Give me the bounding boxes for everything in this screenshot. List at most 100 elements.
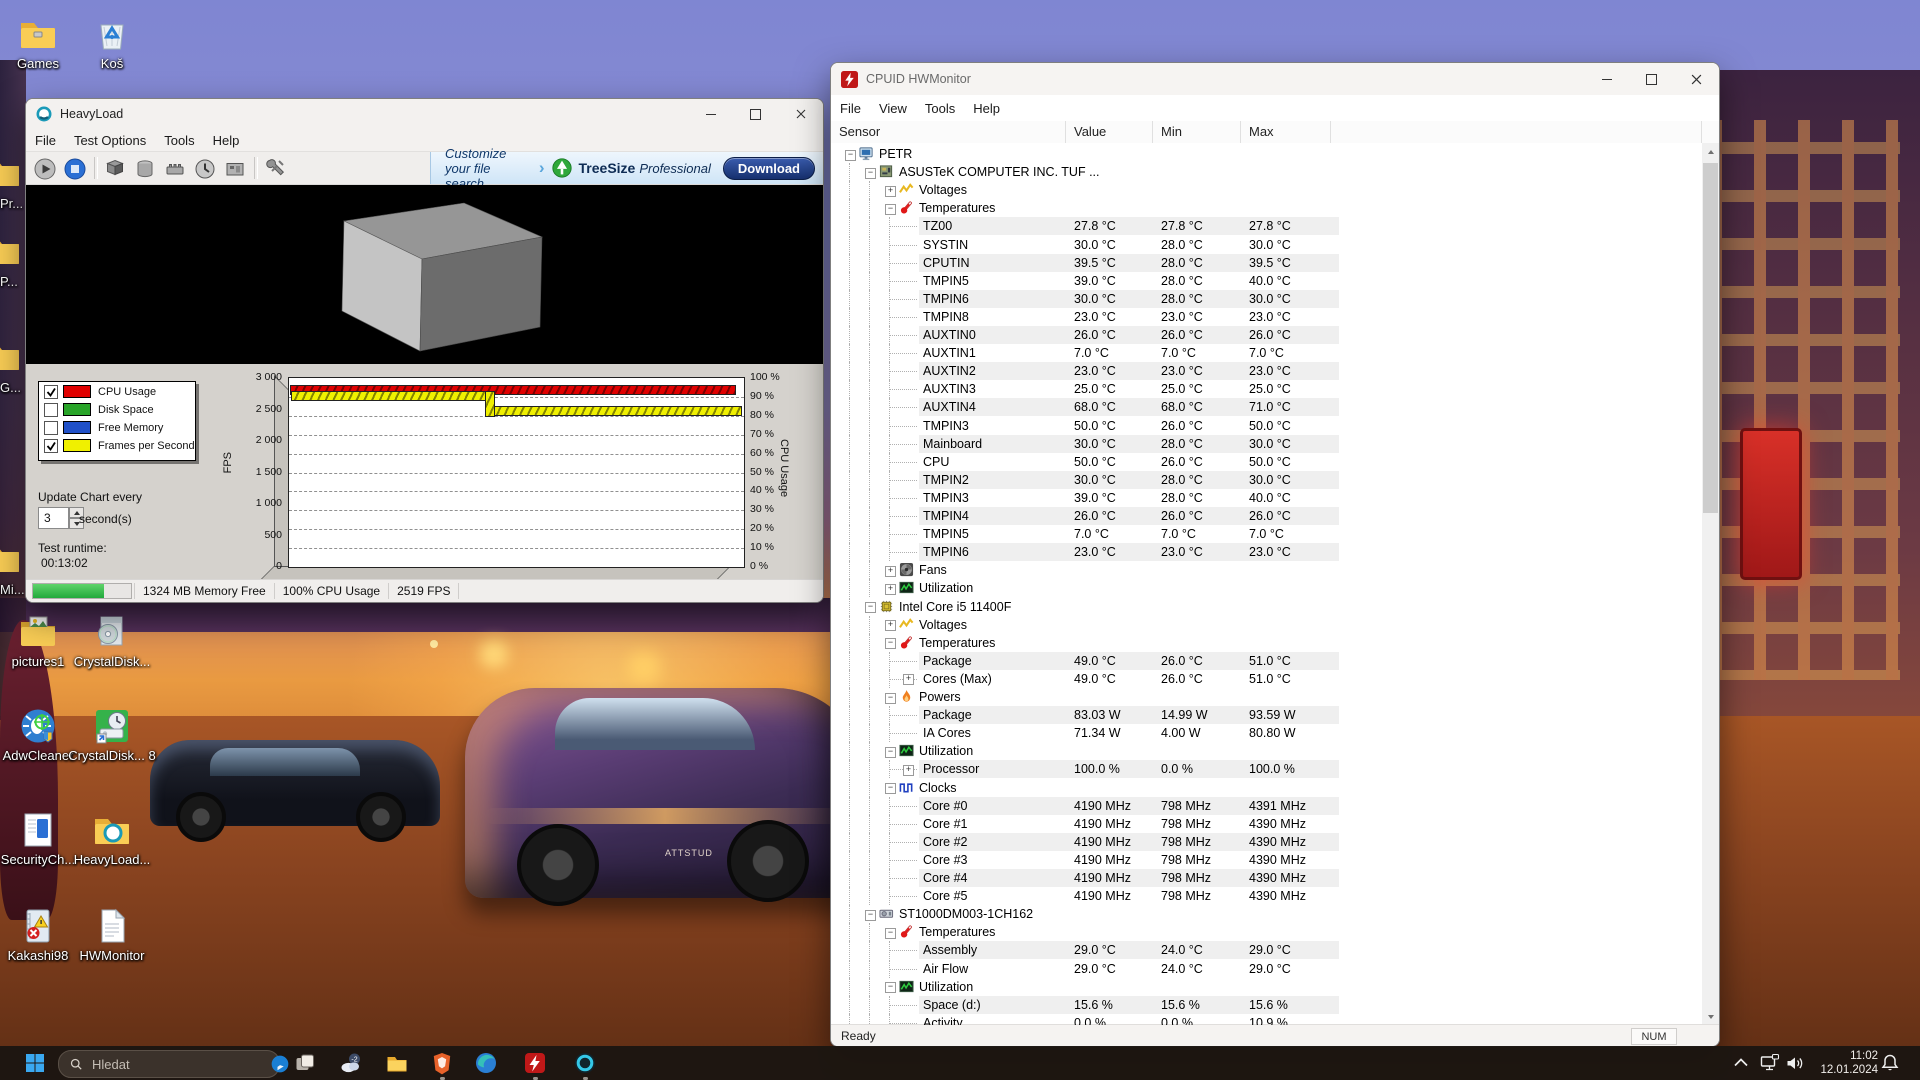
memory-test-button[interactable]: [162, 156, 188, 182]
table-row[interactable]: +Utilization: [831, 579, 1702, 597]
expand-plus-box[interactable]: +: [903, 765, 914, 776]
table-row[interactable]: TMPIN539.0 °C28.0 °C40.0 °C: [831, 272, 1702, 290]
cpu-test-button[interactable]: [192, 156, 218, 182]
table-row[interactable]: −Powers: [831, 688, 1702, 706]
menu-help[interactable]: Help: [204, 130, 249, 151]
table-row[interactable]: −ASUSTeK COMPUTER INC. TUF ...: [831, 163, 1702, 181]
taskbar-weather-button[interactable]: -2: [338, 1050, 364, 1076]
legend-item[interactable]: Free Memory: [44, 419, 195, 436]
collapse-minus-box[interactable]: −: [845, 150, 856, 161]
table-row[interactable]: CPUTIN39.5 °C28.0 °C39.5 °C: [831, 254, 1702, 272]
collapse-minus-box[interactable]: −: [885, 783, 896, 794]
table-row[interactable]: AUXTIN468.0 °C68.0 °C71.0 °C: [831, 398, 1702, 416]
table-row[interactable]: −Intel Core i5 11400F: [831, 598, 1702, 616]
settings-button[interactable]: [262, 156, 288, 182]
tray-bell-icon[interactable]: [1878, 1051, 1902, 1075]
download-button[interactable]: Download: [723, 157, 815, 180]
taskbar-hwmonitor-button[interactable]: [522, 1050, 548, 1076]
start-test-button[interactable]: [32, 156, 58, 182]
table-row[interactable]: −Temperatures: [831, 634, 1702, 652]
table-row[interactable]: −Temperatures: [831, 199, 1702, 217]
legend-checkbox[interactable]: [44, 421, 58, 435]
column-header-value[interactable]: Value: [1066, 121, 1153, 143]
menu-file[interactable]: File: [26, 130, 65, 151]
menu-test-options[interactable]: Test Options: [65, 130, 155, 151]
collapse-minus-box[interactable]: −: [865, 602, 876, 613]
table-row[interactable]: +Fans: [831, 561, 1702, 579]
table-row[interactable]: −ST1000DM003-1CH162: [831, 905, 1702, 923]
table-row[interactable]: Mainboard30.0 °C28.0 °C30.0 °C: [831, 435, 1702, 453]
desktop-icon-hwmonitor-file[interactable]: HWMonitor: [66, 906, 158, 963]
table-row[interactable]: Core #24190 MHz798 MHz4390 MHz: [831, 833, 1702, 851]
tray-volume-icon[interactable]: [1784, 1051, 1808, 1075]
menu-file[interactable]: File: [831, 98, 870, 119]
collapse-minus-box[interactable]: −: [885, 982, 896, 993]
interval-value[interactable]: 3: [38, 507, 69, 529]
card-test-button[interactable]: [222, 156, 248, 182]
collapse-minus-box[interactable]: −: [865, 910, 876, 921]
hwmonitor-titlebar[interactable]: CPUID HWMonitor: [831, 63, 1719, 95]
search-input[interactable]: [90, 1056, 270, 1073]
legend-item[interactable]: Frames per Second: [44, 437, 195, 454]
desktop-icon-partial[interactable]: P...: [0, 230, 24, 300]
close-button[interactable]: [778, 99, 823, 129]
expand-plus-box[interactable]: +: [903, 674, 914, 685]
maximize-button[interactable]: [1629, 63, 1674, 95]
table-row[interactable]: TMPIN823.0 °C23.0 °C23.0 °C: [831, 308, 1702, 326]
table-row[interactable]: TMPIN57.0 °C7.0 °C7.0 °C: [831, 525, 1702, 543]
tray-chevron-up-icon[interactable]: [1729, 1051, 1753, 1075]
taskbar-brave-button[interactable]: [429, 1050, 455, 1076]
table-row[interactable]: Space (d:)15.6 %15.6 %15.6 %: [831, 996, 1702, 1014]
table-row[interactable]: −Clocks: [831, 779, 1702, 797]
expand-plus-box[interactable]: +: [885, 566, 896, 577]
menu-tools[interactable]: Tools: [155, 130, 203, 151]
table-row[interactable]: TMPIN350.0 °C26.0 °C50.0 °C: [831, 417, 1702, 435]
menu-view[interactable]: View: [870, 98, 916, 119]
tray-network-icon[interactable]: [1758, 1051, 1782, 1075]
maximize-button[interactable]: [733, 99, 778, 129]
collapse-minus-box[interactable]: −: [885, 747, 896, 758]
taskbar-edge-button[interactable]: [473, 1050, 499, 1076]
table-row[interactable]: Assembly29.0 °C24.0 °C29.0 °C: [831, 941, 1702, 959]
table-row[interactable]: Core #54190 MHz798 MHz4390 MHz: [831, 887, 1702, 905]
table-row[interactable]: −Temperatures: [831, 923, 1702, 941]
column-header-max[interactable]: Max: [1241, 121, 1331, 143]
collapse-minus-box[interactable]: −: [885, 928, 896, 939]
table-row[interactable]: +Processor100.0 %0.0 %100.0 %: [831, 760, 1702, 778]
stop-test-button[interactable]: [62, 156, 88, 182]
table-row[interactable]: TMPIN623.0 °C23.0 °C23.0 °C: [831, 543, 1702, 561]
desktop-icon-partial[interactable]: Mi...: [0, 538, 24, 608]
table-row[interactable]: SYSTIN30.0 °C28.0 °C30.0 °C: [831, 236, 1702, 254]
table-row[interactable]: IA Cores71.34 W4.00 W80.80 W: [831, 724, 1702, 742]
table-row[interactable]: Package83.03 W14.99 W93.59 W: [831, 706, 1702, 724]
disk-test-button[interactable]: [132, 156, 158, 182]
expand-plus-box[interactable]: +: [885, 584, 896, 595]
table-row[interactable]: TMPIN426.0 °C26.0 °C26.0 °C: [831, 507, 1702, 525]
scroll-down-arrow[interactable]: [1702, 1008, 1719, 1025]
collapse-minus-box[interactable]: −: [885, 693, 896, 704]
table-row[interactable]: Core #34190 MHz798 MHz4390 MHz: [831, 851, 1702, 869]
desktop-icon-partial[interactable]: G...: [0, 336, 24, 406]
table-row[interactable]: TZ0027.8 °C27.8 °C27.8 °C: [831, 217, 1702, 235]
gpu-test-button[interactable]: [102, 156, 128, 182]
legend-item[interactable]: Disk Space: [44, 401, 195, 418]
menu-tools[interactable]: Tools: [916, 98, 964, 119]
taskbar-heavyload-button[interactable]: [572, 1050, 598, 1076]
table-row[interactable]: −PETR: [831, 145, 1702, 163]
table-row[interactable]: Core #14190 MHz798 MHz4390 MHz: [831, 815, 1702, 833]
menu-help[interactable]: Help: [964, 98, 1009, 119]
table-row[interactable]: TMPIN630.0 °C28.0 °C30.0 °C: [831, 290, 1702, 308]
expand-plus-box[interactable]: +: [885, 620, 896, 631]
collapse-minus-box[interactable]: −: [865, 168, 876, 179]
table-row[interactable]: −Utilization: [831, 978, 1702, 996]
legend-checkbox[interactable]: [44, 439, 58, 453]
legend-checkbox[interactable]: [44, 403, 58, 417]
column-header-sensor[interactable]: Sensor: [831, 121, 1066, 143]
legend-checkbox[interactable]: [44, 385, 58, 399]
desktop-icon-heavyload-folder[interactable]: HeavyLoad...: [66, 810, 158, 867]
table-row[interactable]: TMPIN339.0 °C28.0 °C40.0 °C: [831, 489, 1702, 507]
desktop-icon-crystaldisk-installer[interactable]: CrystalDisk...: [66, 612, 158, 669]
desktop-icon-partial[interactable]: Pr...: [0, 152, 24, 222]
minimize-button[interactable]: [688, 99, 733, 129]
scroll-up-arrow[interactable]: [1702, 143, 1719, 160]
